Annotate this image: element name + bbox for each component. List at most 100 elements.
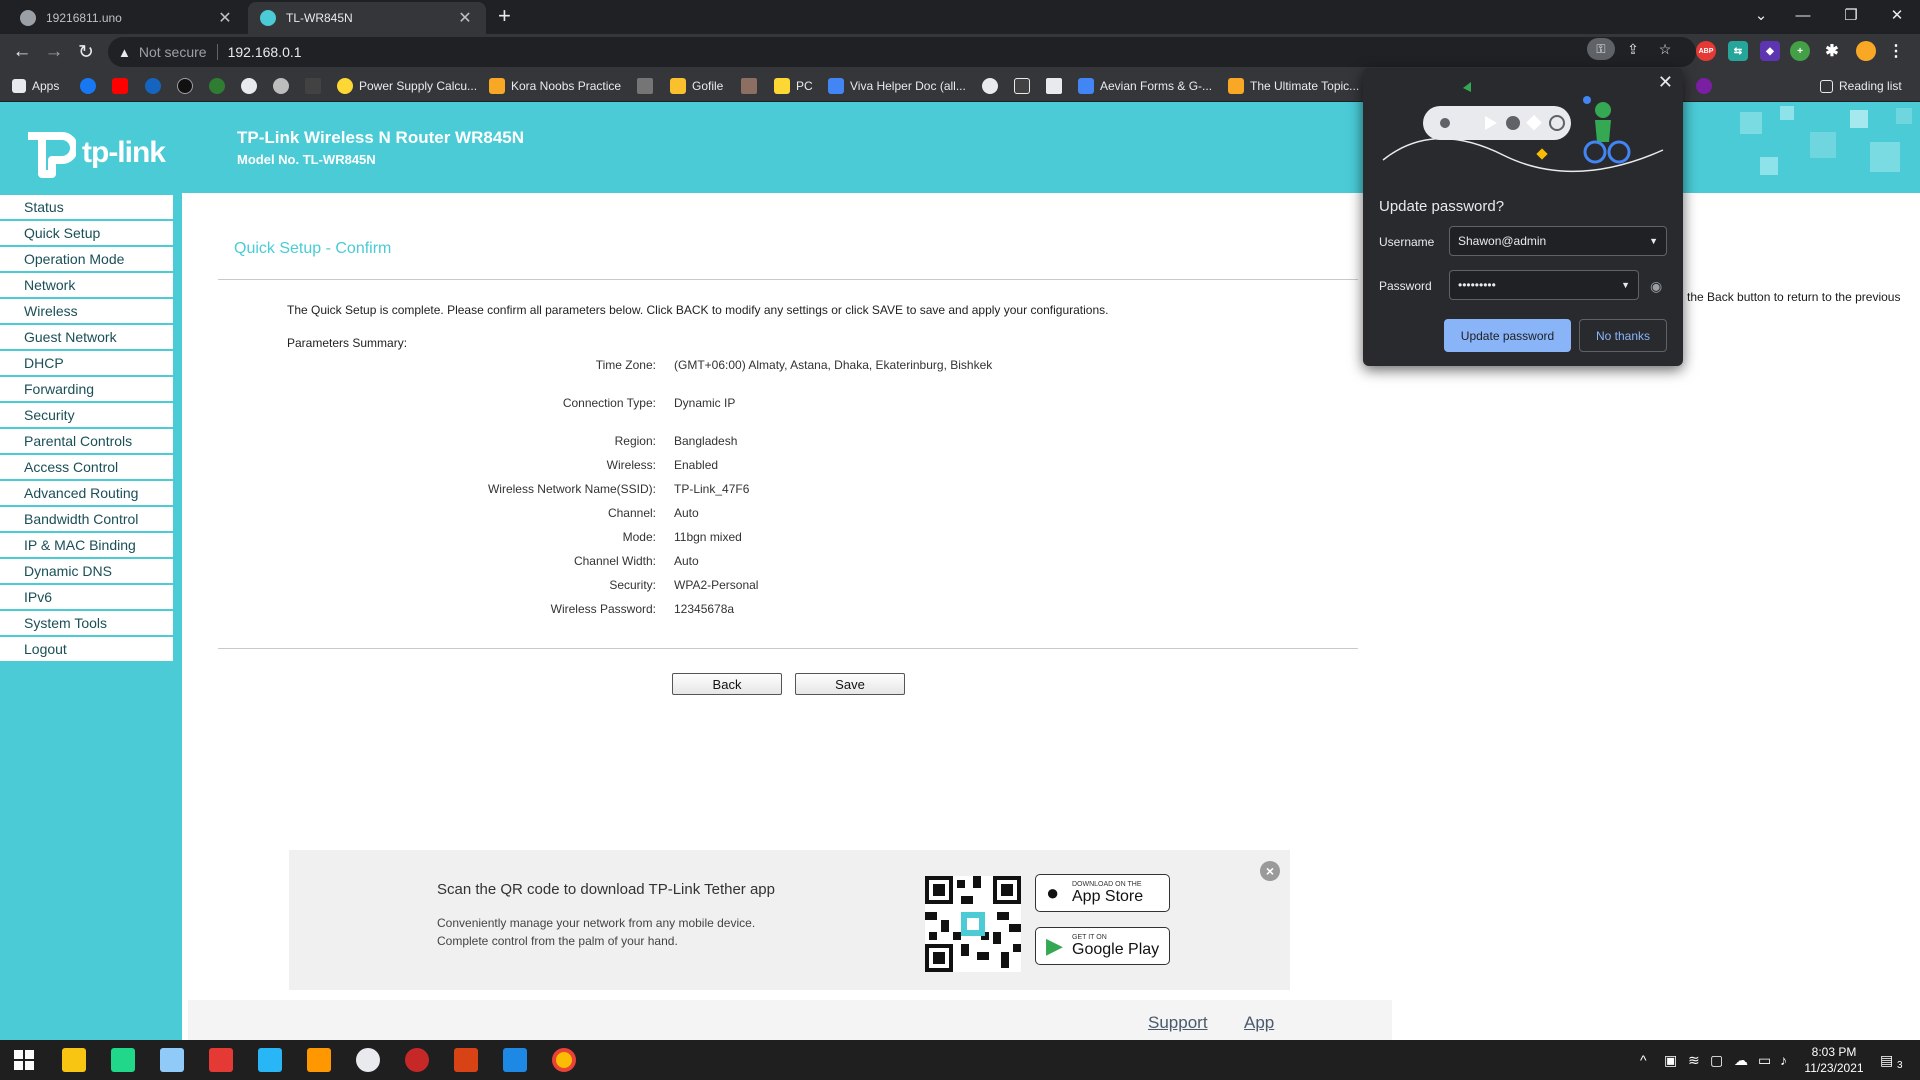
address-bar[interactable]: ▲ Not secure 192.168.0.1	[108, 37, 1696, 67]
bookmark-site-icon[interactable]	[1696, 78, 1712, 94]
translate-extension-icon[interactable]: ⇆	[1728, 41, 1748, 61]
app-store-badge[interactable]: ● DOWNLOAD ON THE App Store	[1035, 874, 1170, 912]
reload-icon[interactable]: ↻	[74, 40, 98, 64]
sidebar-item-dhcp[interactable]: DHCP	[0, 351, 173, 375]
sidebar-item-status[interactable]: Status	[0, 195, 173, 219]
close-window-icon[interactable]: ✕	[1874, 0, 1920, 30]
username-select[interactable]: Shawon@admin ▼	[1449, 226, 1667, 256]
youtube-icon[interactable]	[112, 78, 128, 94]
volume-icon[interactable]: ♪	[1780, 1052, 1787, 1068]
bookmark-kora-noobs[interactable]: Kora Noobs Practice	[489, 77, 621, 95]
support-link[interactable]: Support	[1148, 1013, 1208, 1033]
chrome-icon[interactable]	[552, 1048, 576, 1072]
notification-center-icon[interactable]: ▤	[1880, 1052, 1893, 1069]
bookmark-site-icon[interactable]	[1014, 78, 1030, 94]
sidebar-item-security[interactable]: Security	[0, 403, 173, 427]
app-tray-icon[interactable]: ▣	[1664, 1052, 1677, 1069]
reading-list-button[interactable]: Reading list	[1820, 77, 1902, 95]
github-icon[interactable]	[241, 78, 257, 94]
eye-icon[interactable]: ◉	[1650, 278, 1662, 295]
vlc-icon[interactable]	[307, 1048, 331, 1072]
close-banner-icon[interactable]: ×	[1260, 861, 1280, 881]
chevron-up-icon[interactable]: ^	[1640, 1052, 1647, 1068]
battery-icon[interactable]: ▭	[1758, 1052, 1771, 1069]
bookmark-apps[interactable]: Apps	[12, 77, 59, 95]
bookmark-gofile[interactable]: Gofile	[670, 77, 723, 95]
windows-start-icon[interactable]	[12, 1048, 36, 1072]
bookmark-site-icon[interactable]	[1046, 78, 1062, 94]
extension-icon[interactable]: ◆	[1760, 41, 1780, 61]
sidebar-item-advanced-routing[interactable]: Advanced Routing	[0, 481, 173, 505]
tab-19216811[interactable]: 19216811.uno ✕	[8, 2, 246, 34]
sidebar-item-network[interactable]: Network	[0, 273, 173, 297]
new-tab-button[interactable]: +	[498, 5, 511, 27]
url-text[interactable]: 192.168.0.1	[228, 44, 302, 60]
forward-arrow-icon[interactable]: →	[42, 40, 66, 64]
sidebar-item-bandwidth-control[interactable]: Bandwidth Control	[0, 507, 173, 531]
close-tab-icon[interactable]: ✕	[456, 8, 474, 28]
sidebar-item-wireless[interactable]: Wireless	[0, 299, 173, 323]
password-select[interactable]: ••••••••• ▼	[1449, 270, 1639, 300]
app-icon[interactable]	[454, 1048, 478, 1072]
app-icon[interactable]	[405, 1048, 429, 1072]
sidebar-item-quick-setup[interactable]: Quick Setup	[0, 221, 173, 245]
back-button[interactable]: Back	[672, 673, 782, 695]
sidebar-item-logout[interactable]: Logout	[0, 637, 173, 661]
puzzle-extensions-icon[interactable]: ✱	[1822, 41, 1842, 61]
bookmark-aevian[interactable]: Aevian Forms & G-...	[1078, 77, 1212, 95]
tv-icon[interactable]	[305, 78, 321, 94]
wordpress-icon[interactable]	[982, 78, 998, 94]
file-explorer-icon[interactable]	[62, 1048, 86, 1072]
office-icon[interactable]	[209, 1048, 233, 1072]
sidebar-item-ip-mac-binding[interactable]: IP & MAC Binding	[0, 533, 173, 557]
key-icon[interactable]: ⚿	[1587, 38, 1615, 60]
bookmark-site-icon[interactable]	[209, 78, 225, 94]
sidebar-item-system-tools[interactable]: System Tools	[0, 611, 173, 635]
update-password-button[interactable]: Update password	[1444, 319, 1571, 352]
bookmark-site-icon[interactable]	[177, 78, 193, 94]
tab-tl-wr845n[interactable]: TL-WR845N ✕	[248, 2, 486, 34]
sidebar-item-access-control[interactable]: Access Control	[0, 455, 173, 479]
sidebar-item-operation-mode[interactable]: Operation Mode	[0, 247, 173, 271]
cloud-icon[interactable]: ☁	[1734, 1052, 1748, 1069]
restore-icon[interactable]: ❐	[1828, 0, 1874, 30]
app-link[interactable]: App	[1244, 1013, 1274, 1033]
more-menu-icon[interactable]: ⋮	[1886, 41, 1906, 61]
bookmark-power-supply[interactable]: Power Supply Calcu...	[337, 77, 477, 95]
vscode-icon[interactable]	[503, 1048, 527, 1072]
bookmark-ultimate-topic[interactable]: The Ultimate Topic...	[1228, 77, 1359, 95]
minimize-icon[interactable]: —	[1780, 0, 1826, 30]
pycharm-icon[interactable]	[111, 1048, 135, 1072]
warning-triangle-icon[interactable]: ▲	[118, 45, 131, 60]
app-icon[interactable]	[258, 1048, 282, 1072]
profile-avatar-icon[interactable]	[1856, 41, 1876, 61]
facebook-icon[interactable]	[80, 78, 96, 94]
bookmark-site-icon[interactable]	[637, 78, 653, 94]
app-icon[interactable]	[160, 1048, 184, 1072]
security-label[interactable]: Not secure	[139, 44, 207, 60]
bluetooth-icon[interactable]	[145, 78, 161, 94]
bookmark-viva-helper[interactable]: Viva Helper Doc (all...	[828, 77, 966, 95]
no-thanks-button[interactable]: No thanks	[1579, 319, 1667, 352]
sidebar-item-ipv6[interactable]: IPv6	[0, 585, 173, 609]
sidebar-item-dynamic-dns[interactable]: Dynamic DNS	[0, 559, 173, 583]
share-icon[interactable]: ⇪	[1622, 38, 1644, 60]
bookmark-site-icon[interactable]	[273, 78, 289, 94]
save-button[interactable]: Save	[795, 673, 905, 695]
app-icon[interactable]	[356, 1048, 380, 1072]
bookmark-pc[interactable]: PC	[774, 77, 813, 95]
app-tray-icon[interactable]: ▢	[1710, 1052, 1723, 1069]
plus-extension-icon[interactable]: +	[1790, 41, 1810, 61]
clock[interactable]: 8:03 PM 11/23/2021	[1799, 1044, 1869, 1076]
close-tab-icon[interactable]: ✕	[216, 8, 234, 28]
bookmark-site-icon[interactable]	[741, 78, 757, 94]
sidebar-item-guest-network[interactable]: Guest Network	[0, 325, 173, 349]
back-arrow-icon[interactable]: ←	[10, 40, 34, 64]
wifi-icon[interactable]: ≋	[1688, 1052, 1700, 1069]
star-icon[interactable]: ☆	[1654, 38, 1676, 60]
abp-extension-icon[interactable]: ABP	[1696, 41, 1716, 61]
sidebar-item-forwarding[interactable]: Forwarding	[0, 377, 173, 401]
google-play-badge[interactable]: ▶ GET IT ON Google Play	[1035, 927, 1170, 965]
sidebar-item-parental-controls[interactable]: Parental Controls	[0, 429, 173, 453]
tab-search-icon[interactable]: ⌄	[1738, 0, 1784, 30]
